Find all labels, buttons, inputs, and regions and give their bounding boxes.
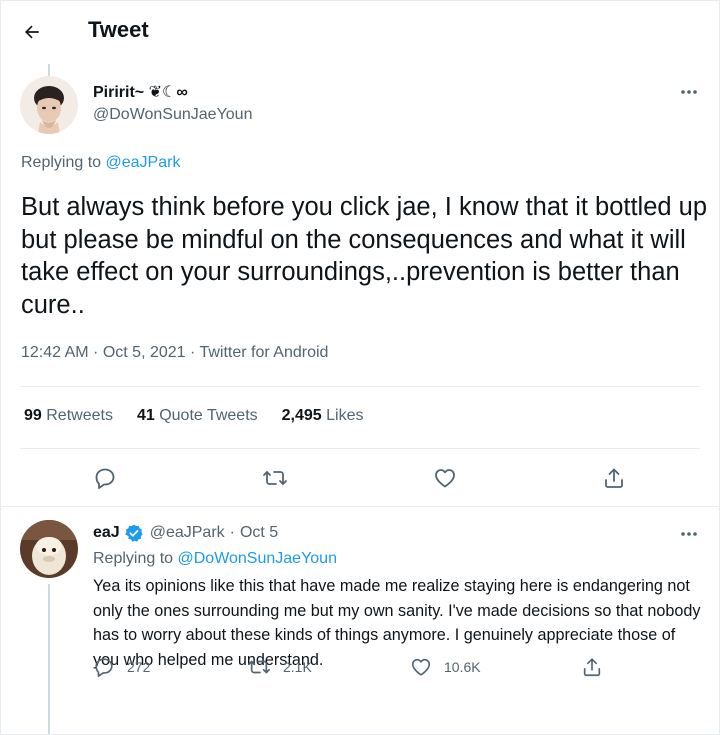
thread-line (48, 584, 50, 734)
reply-header: eaJ @eaJPark · Oct 5 (93, 523, 278, 543)
tweet-date[interactable]: Oct 5, 2021 (103, 344, 186, 361)
retweet-button[interactable] (258, 461, 292, 495)
tweet-text: But always think before you click jae, I… (21, 193, 708, 319)
divider (0, 506, 720, 507)
reply-avatar[interactable] (20, 520, 78, 578)
heart-icon (435, 469, 455, 488)
quotes-count: 41 (136, 407, 155, 424)
quote-tweets-stat[interactable]: 41 Quote Tweets (137, 407, 258, 425)
retweet-icon (248, 660, 270, 674)
more-options-button[interactable] (677, 82, 701, 102)
reply-replying-to-prefix: Replying to (93, 550, 174, 567)
avatar[interactable] (20, 76, 78, 134)
quotes-label: Quote Tweets (159, 407, 258, 424)
tweet-stats: 99 Retweets 41 Quote Tweets 2,495 Likes (24, 407, 364, 425)
reply-share-button[interactable] (581, 656, 615, 678)
reply-author-handle[interactable]: @eaJPark (150, 524, 225, 542)
verified-badge-icon (124, 524, 143, 542)
thread-line (48, 64, 50, 76)
share-button[interactable] (597, 461, 631, 495)
arrow-left-icon (24, 25, 39, 39)
tweet-source[interactable]: Twitter for Android (199, 344, 328, 361)
divider (20, 448, 700, 449)
reply-replying-to: Replying to @DoWonSunJaeYoun (93, 550, 337, 568)
reply-reply-button[interactable]: 272 (93, 656, 150, 678)
reply-avatar-photo (20, 520, 78, 578)
heart-icon (411, 658, 431, 676)
author-handle[interactable]: @DoWonSunJaeYoun (93, 106, 252, 124)
replying-to: Replying to @eaJPark (21, 154, 180, 172)
reply-date[interactable]: Oct 5 (240, 524, 278, 542)
page-title: Tweet (88, 17, 149, 42)
author-name[interactable]: Piririt~ ❦☾∞ (93, 82, 188, 102)
reply-likes-count: 10.6K (444, 659, 481, 675)
share-icon (605, 468, 623, 488)
retweet-icon (263, 471, 287, 485)
tweet-time[interactable]: 12:42 AM (21, 344, 89, 361)
more-dots-icon (681, 532, 697, 536)
replying-to-prefix: Replying to (21, 154, 102, 171)
more-dots-icon (681, 90, 697, 94)
likes-stat[interactable]: 2,495 Likes (282, 407, 364, 425)
reply-replying-to-link[interactable]: @DoWonSunJaeYoun (178, 550, 337, 567)
likes-label: Likes (326, 407, 364, 424)
retweets-count: 99 (24, 407, 42, 424)
share-icon (583, 658, 601, 677)
back-button[interactable] (18, 18, 46, 46)
meta-separator: · (88, 344, 103, 361)
retweets-label: Retweets (46, 407, 113, 424)
reply-retweets-count: 2.1K (283, 659, 312, 675)
reply-author-name[interactable]: eaJ (93, 524, 120, 542)
reply-retweet-button[interactable]: 2.1K (247, 656, 312, 678)
like-button[interactable] (428, 461, 462, 495)
reply-button[interactable] (88, 461, 122, 495)
replying-to-link[interactable]: @eaJPark (106, 154, 181, 171)
meta-separator: · (185, 344, 200, 361)
likes-count: 2,495 (281, 407, 322, 424)
divider (20, 386, 700, 387)
avatar-photo (20, 76, 78, 134)
reply-icon (95, 658, 113, 677)
tweet-meta: 12:42 AM · Oct 5, 2021 · Twitter for And… (21, 344, 328, 362)
retweets-stat[interactable]: 99 Retweets (24, 407, 113, 425)
page-header: Tweet (0, 0, 720, 64)
reply-replies-count: 272 (127, 659, 151, 675)
reply-like-button[interactable]: 10.6K (410, 656, 481, 678)
reply-more-options-button[interactable] (677, 524, 701, 544)
reply-icon (95, 468, 115, 489)
reply-separator: · (229, 524, 235, 541)
